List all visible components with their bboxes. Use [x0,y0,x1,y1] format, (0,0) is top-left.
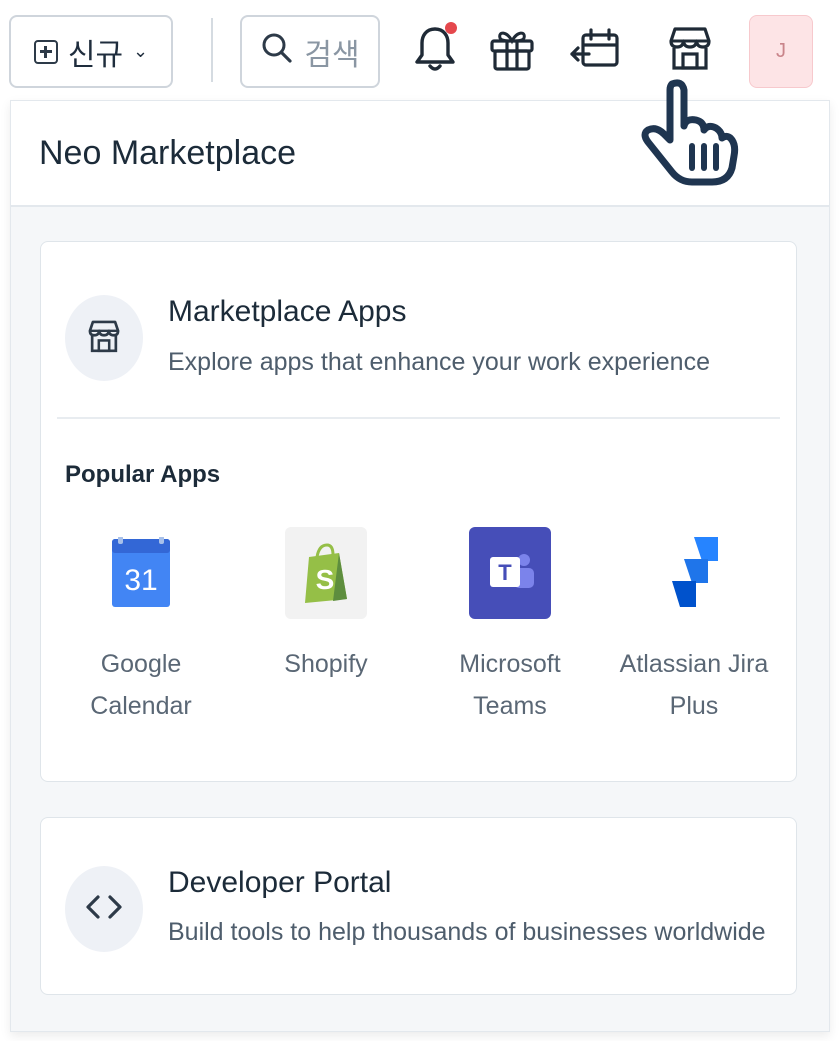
notifications-button[interactable] [405,20,465,80]
popular-apps-label: Popular Apps [65,461,221,488]
jira-logo [653,527,735,619]
search-icon [260,31,294,73]
card-divider [57,417,780,419]
developer-portal-icon-wrap [65,866,143,952]
search-button-label: 검색 [304,38,360,72]
app-google-calendar[interactable]: 31 Google Calendar [46,527,236,727]
developer-portal-card[interactable]: Developer Portal Build tools to help tho… [40,817,797,995]
plus-square-icon [33,39,58,64]
toolbar-divider [211,18,213,82]
marketplace-apps-link-icon-wrap[interactable] [65,295,143,381]
microsoft-teams-logo: T [469,527,551,619]
code-brackets-icon [84,892,124,927]
store-icon [84,316,124,361]
chevron-down-icon: ⌄ [133,41,149,61]
schedule-button[interactable] [566,20,626,80]
marketplace-dropdown: Neo Marketplace Marketplace Apps Explore… [10,100,830,1032]
marketplace-apps-heading[interactable]: Marketplace Apps [168,295,406,329]
marketplace-apps-card: Marketplace Apps Explore apps that enhan… [40,241,797,782]
developer-portal-heading[interactable]: Developer Portal [168,866,391,900]
app-name: Microsoft Teams [459,650,561,720]
notification-dot [445,22,457,34]
app-name: Atlassian Jira Plus [619,650,769,720]
svg-text:T: T [498,560,512,585]
search-button[interactable]: 검색 [240,15,380,88]
panel-header: Neo Marketplace [11,101,829,207]
user-avatar[interactable]: J [749,15,813,88]
app-microsoft-teams[interactable]: T Microsoft Teams [415,527,605,727]
panel-title: Neo Marketplace [39,133,297,172]
marketplace-apps-subtitle: Explore apps that enhance your work expe… [168,348,710,376]
marketplace-button[interactable] [660,20,720,80]
app-name: Google Calendar [90,650,192,720]
gift-icon [485,21,539,80]
svg-text:31: 31 [124,564,157,597]
svg-text:S: S [316,564,335,595]
store-icon [663,21,717,80]
app-shopify[interactable]: S Shopify [231,527,421,685]
shopify-logo: S [285,527,367,619]
gift-button[interactable] [482,20,542,80]
app-name: Shopify [284,650,368,678]
avatar-initial: J [776,40,786,62]
new-button[interactable]: 신규 ⌄ [9,15,173,88]
app-atlassian-jira[interactable]: Atlassian Jira Plus [599,527,789,727]
new-button-label: 신규 [67,38,124,72]
top-toolbar: 신규 ⌄ 검색 J [0,0,839,100]
calendar-return-icon [569,21,623,80]
google-calendar-logo: 31 [100,527,182,619]
developer-portal-subtitle: Build tools to help thousands of busines… [168,918,766,946]
